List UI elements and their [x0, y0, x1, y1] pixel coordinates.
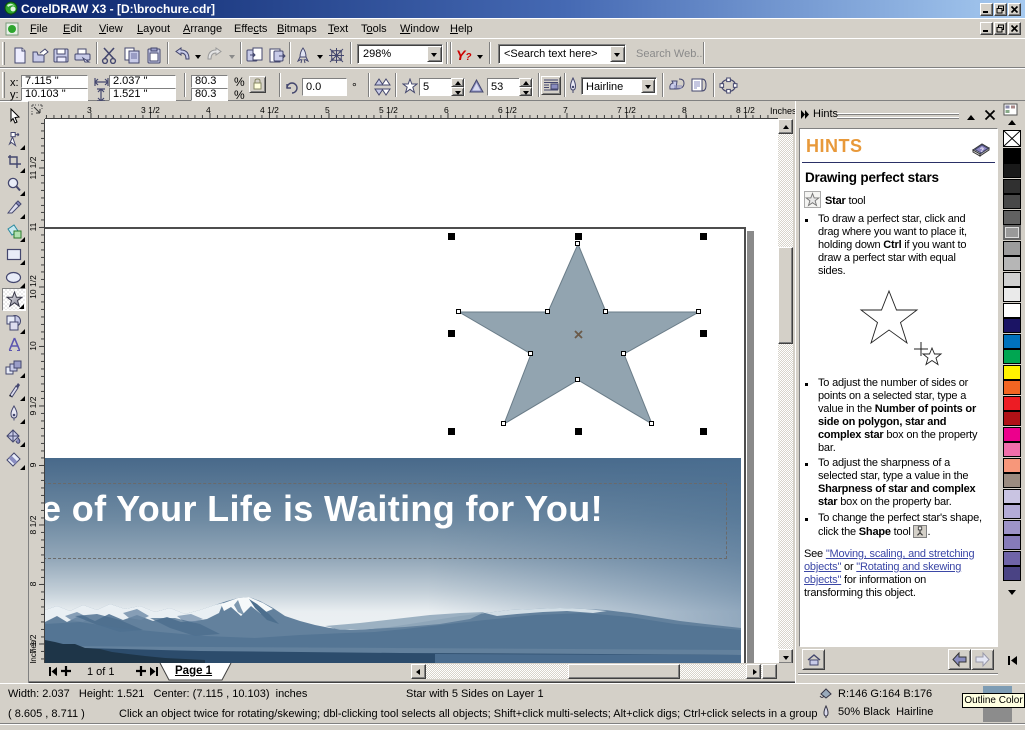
svg-text:?: ?: [980, 147, 984, 154]
